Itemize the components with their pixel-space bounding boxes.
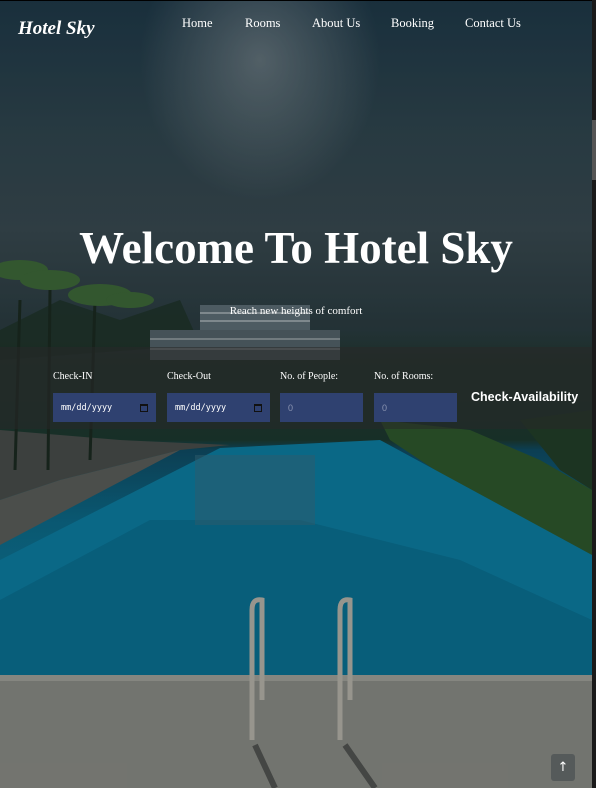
checkin-date-input[interactable]: mm/dd/yyyy [53,393,156,422]
hero-title: Welcome To Hotel Sky [79,223,513,273]
nav-link-home[interactable]: Home [182,16,213,31]
people-count-value: 0 [288,402,294,413]
rooms-count-input[interactable]: 0 [374,393,457,422]
nav-link-contact-us[interactable]: Contact Us [465,16,521,31]
checkout-date-value: mm/dd/yyyy [175,402,227,413]
scrollbar[interactable] [592,0,596,788]
people-count-input[interactable]: 0 [280,393,363,422]
rooms-label: No. of Rooms: [374,371,434,382]
rooms-count-value: 0 [382,402,388,413]
checkout-date-input[interactable]: mm/dd/yyyy [167,393,270,422]
nav-link-about-us[interactable]: About Us [312,16,360,31]
navbar: Hotel Sky Home Rooms About Us Booking Co… [0,0,592,50]
arrow-up-icon: ↑ [557,760,569,775]
nav-link-rooms[interactable]: Rooms [245,16,280,31]
nav-link-booking[interactable]: Booking [391,16,434,31]
brand-logo[interactable]: Hotel Sky [18,18,95,40]
hero-subtitle: Reach new heights of comfort [229,305,363,317]
calendar-icon[interactable] [254,403,262,412]
people-label: No. of People: [280,371,339,382]
back-to-top-button[interactable]: ↑ [551,754,575,781]
scrollbar-thumb[interactable] [592,120,596,180]
checkout-label: Check-Out [167,371,211,382]
calendar-icon[interactable] [140,403,148,412]
checkin-label: Check-IN [53,371,93,382]
check-availability-button[interactable]: Check-Availability [471,390,578,404]
checkin-date-value: mm/dd/yyyy [61,402,113,413]
